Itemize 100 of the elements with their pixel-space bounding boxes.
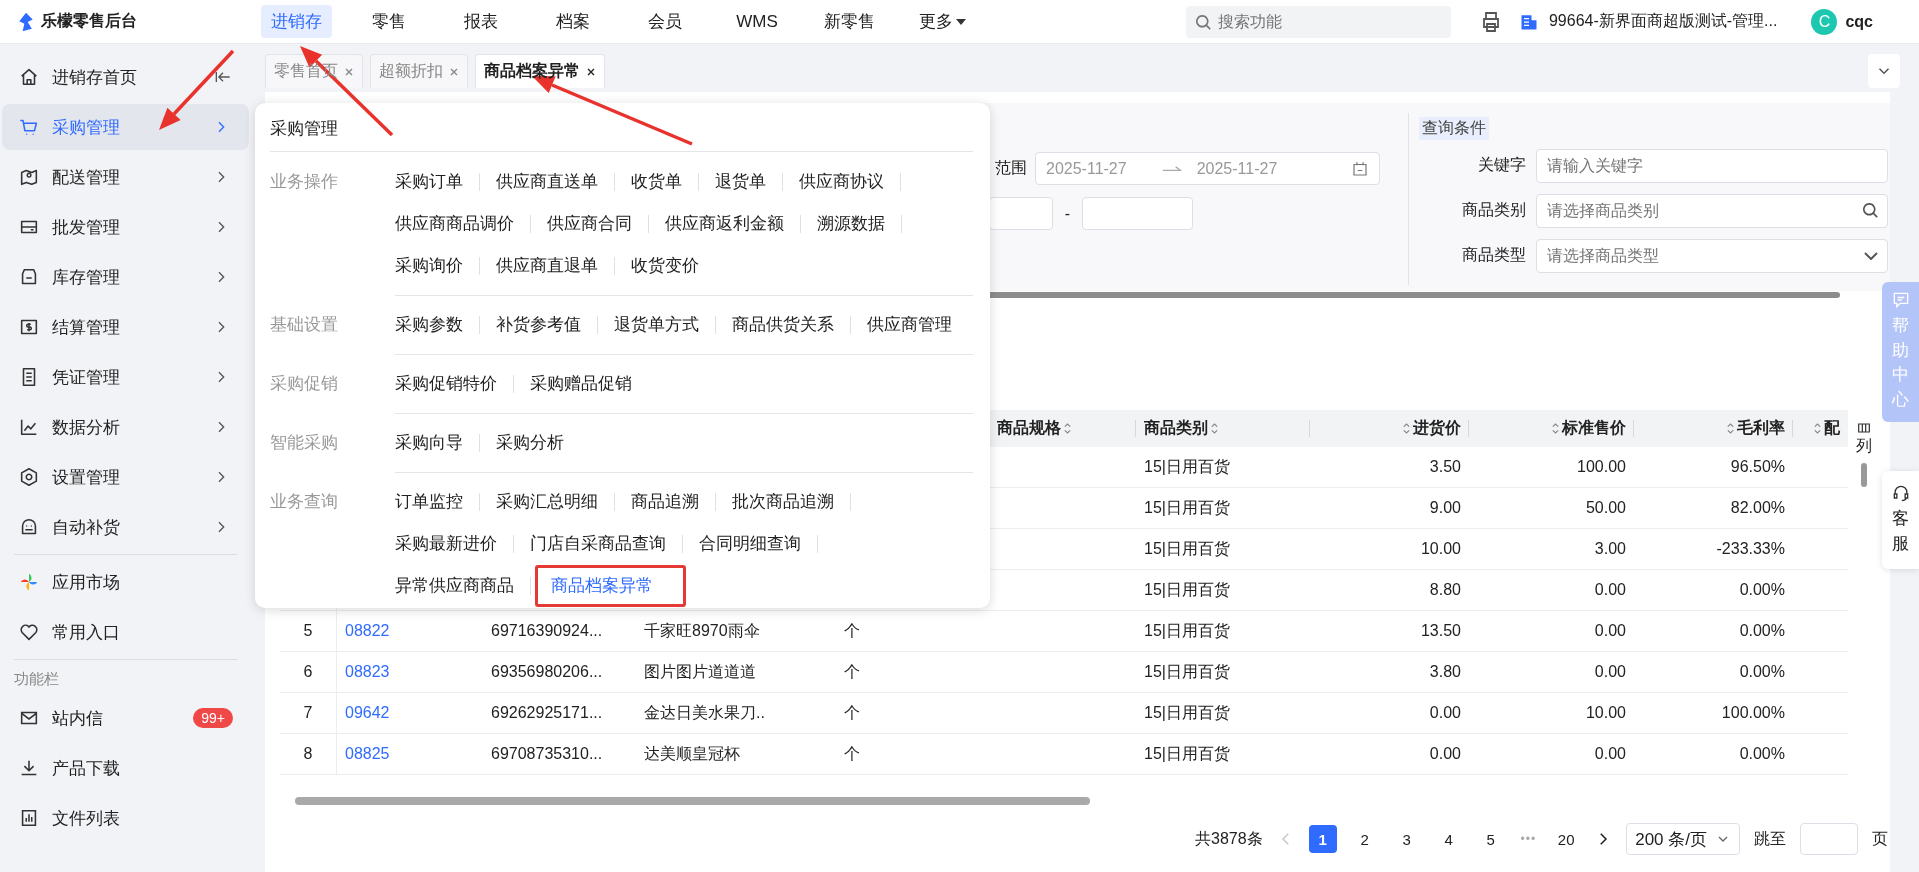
table-cell: 0.00 (1594, 663, 1626, 681)
section-label: 功能栏 (13, 669, 60, 689)
sidebar-item[interactable]: 站内信 99+ (2, 695, 249, 741)
user-name[interactable]: cqc (1845, 12, 1873, 31)
page-button[interactable]: 2 (1350, 825, 1379, 853)
menu-item[interactable]: 供应商商品调价 (395, 215, 531, 233)
menu-item[interactable]: 采购分析 (480, 434, 580, 452)
menu-item[interactable]: 供应商协议 (783, 173, 901, 191)
page-button[interactable]: 4 (1434, 825, 1463, 853)
menu-item[interactable]: 退货单方式 (598, 316, 716, 334)
search-field[interactable]: 搜索功能 (1185, 5, 1451, 38)
sidebar-item[interactable]: 设置管理 (2, 454, 249, 500)
caret-icon (955, 18, 966, 25)
nav-tab[interactable]: 进销存 (261, 5, 332, 38)
sidebar-item[interactable]: 进销存首页 (2, 54, 249, 100)
menu-item[interactable]: 商品供货关系 (716, 316, 851, 334)
nav-tab[interactable]: WMS (722, 6, 792, 37)
input-field[interactable] (988, 197, 1053, 230)
page-input[interactable] (1800, 823, 1858, 855)
page-tab[interactable]: 商品档案异常 (475, 54, 605, 88)
sidebar-item[interactable]: 常用入口 (2, 609, 249, 655)
page-button[interactable]: 20 (1552, 825, 1581, 853)
menu-item[interactable]: 异常供应商商品 (395, 577, 531, 595)
page-button[interactable]: 1 (1308, 825, 1337, 853)
menu-item[interactable]: 门店自采商品查询 (514, 535, 683, 553)
menu-item[interactable]: 采购向导 (395, 434, 480, 452)
menu-item[interactable]: 合同明细查询 (683, 535, 818, 553)
nav-tab[interactable]: 档案 (538, 5, 608, 38)
menu-item[interactable]: 采购赠品促销 (514, 375, 648, 393)
code-link[interactable]: 08825 (345, 745, 390, 763)
chevron-down-icon (1864, 251, 1878, 260)
table-cell: 0.00 (1429, 704, 1461, 722)
page-size-select[interactable]: 200 条/页 (1626, 823, 1740, 855)
menu-item[interactable]: 采购询价 (395, 257, 480, 275)
store-name[interactable]: 99664-新界面商超版测试-管理... (1548, 11, 1778, 32)
nav-tab[interactable]: 更多 (907, 5, 977, 38)
menu-item[interactable]: 采购订单 (395, 173, 480, 191)
columns-label[interactable]: 列 (1856, 436, 1872, 457)
scrollbar[interactable] (295, 797, 1090, 805)
input-field[interactable]: 请输入关键字 (1536, 148, 1888, 183)
menu-item[interactable]: 订单监控 (395, 493, 480, 511)
menu-item[interactable]: 供应商管理 (851, 316, 968, 334)
sidebar-item[interactable]: 产品下载 (2, 745, 249, 791)
sort-icon[interactable] (1726, 421, 1735, 436)
sidebar-item[interactable]: 文件列表 (2, 795, 249, 841)
sort-icon[interactable] (1210, 421, 1219, 436)
page-button[interactable]: 3 (1392, 825, 1421, 853)
tabs-menu-button[interactable] (1868, 54, 1900, 88)
app-name: 乐檬零售后台 (41, 11, 137, 31)
menu-item[interactable]: 供应商返利金额 (649, 215, 801, 233)
sidebar-item[interactable]: 批发管理 (2, 204, 249, 250)
menu-item[interactable]: 供应商直退单 (480, 257, 615, 275)
sort-icon[interactable] (1813, 421, 1822, 436)
code-link[interactable]: 08823 (345, 663, 390, 681)
table-cell: 0.00 (1429, 745, 1461, 763)
close-icon[interactable] (586, 66, 596, 77)
sidebar-item[interactable]: 库存管理 (2, 254, 249, 300)
table-cell-text: 个 (844, 661, 860, 682)
menu-item[interactable]: 溯源数据 (801, 215, 902, 233)
nav-tab[interactable]: 会员 (630, 5, 700, 38)
sort-icon[interactable] (1402, 421, 1411, 436)
scrollbar[interactable] (1861, 463, 1867, 487)
sidebar-item[interactable]: 数据分析 (2, 404, 249, 450)
table-cell: 82.00% (1730, 499, 1785, 517)
code-link[interactable]: 09642 (345, 704, 390, 722)
page-button[interactable]: 5 (1476, 825, 1505, 853)
sort-icon[interactable] (1063, 421, 1072, 436)
total-count: 共3878条 (1195, 828, 1263, 849)
select-field[interactable]: 请选择商品类型 (1536, 238, 1888, 273)
nav-tab[interactable]: 报表 (446, 5, 516, 38)
sort-icon[interactable] (1551, 421, 1560, 436)
table-cell: 9.00 (1429, 499, 1461, 517)
column-header: 配 (1824, 418, 1840, 438)
input-field[interactable] (1082, 197, 1193, 230)
input-field[interactable]: 请选择商品类别 (1536, 193, 1888, 228)
nav-tab[interactable]: 新零售 (814, 5, 885, 38)
customer-service-tab[interactable]: 客服 (1882, 471, 1919, 569)
menu-item[interactable]: 商品追溯 (615, 493, 716, 511)
sidebar-item[interactable]: 采购管理 (2, 104, 249, 150)
menu-item[interactable]: 商品档案异常 (535, 565, 686, 607)
menu-item[interactable]: 退货单 (699, 173, 783, 191)
sidebar-item[interactable]: 应用市场 (2, 559, 249, 605)
menu-item[interactable]: 采购最新进价 (395, 535, 514, 553)
menu-item[interactable]: 批次商品追溯 (716, 493, 851, 511)
menu-item[interactable]: 采购参数 (395, 316, 480, 334)
menu-item[interactable]: 补货参考值 (480, 316, 598, 334)
columns-icon[interactable] (1856, 420, 1872, 436)
table-cell-text: 15|日用百货 (1144, 620, 1230, 641)
sidebar-item[interactable]: 配送管理 (2, 154, 249, 200)
menu-item[interactable]: 采购汇总明细 (480, 493, 615, 511)
sidebar-item[interactable]: 凭证管理 (2, 354, 249, 400)
menu-item[interactable]: 采购促销特价 (395, 375, 514, 393)
menu-item[interactable]: 收货单 (615, 173, 699, 191)
menu-item[interactable]: 收货变价 (615, 257, 715, 275)
code-link[interactable]: 08822 (345, 622, 390, 640)
menu-item[interactable]: 供应商直送单 (480, 173, 615, 191)
menu-item[interactable]: 供应商合同 (531, 215, 649, 233)
sidebar-item[interactable]: 结算管理 (2, 304, 249, 350)
nav-tab[interactable]: 零售 (354, 5, 424, 38)
sidebar-item[interactable]: 自动补货 (2, 504, 249, 550)
